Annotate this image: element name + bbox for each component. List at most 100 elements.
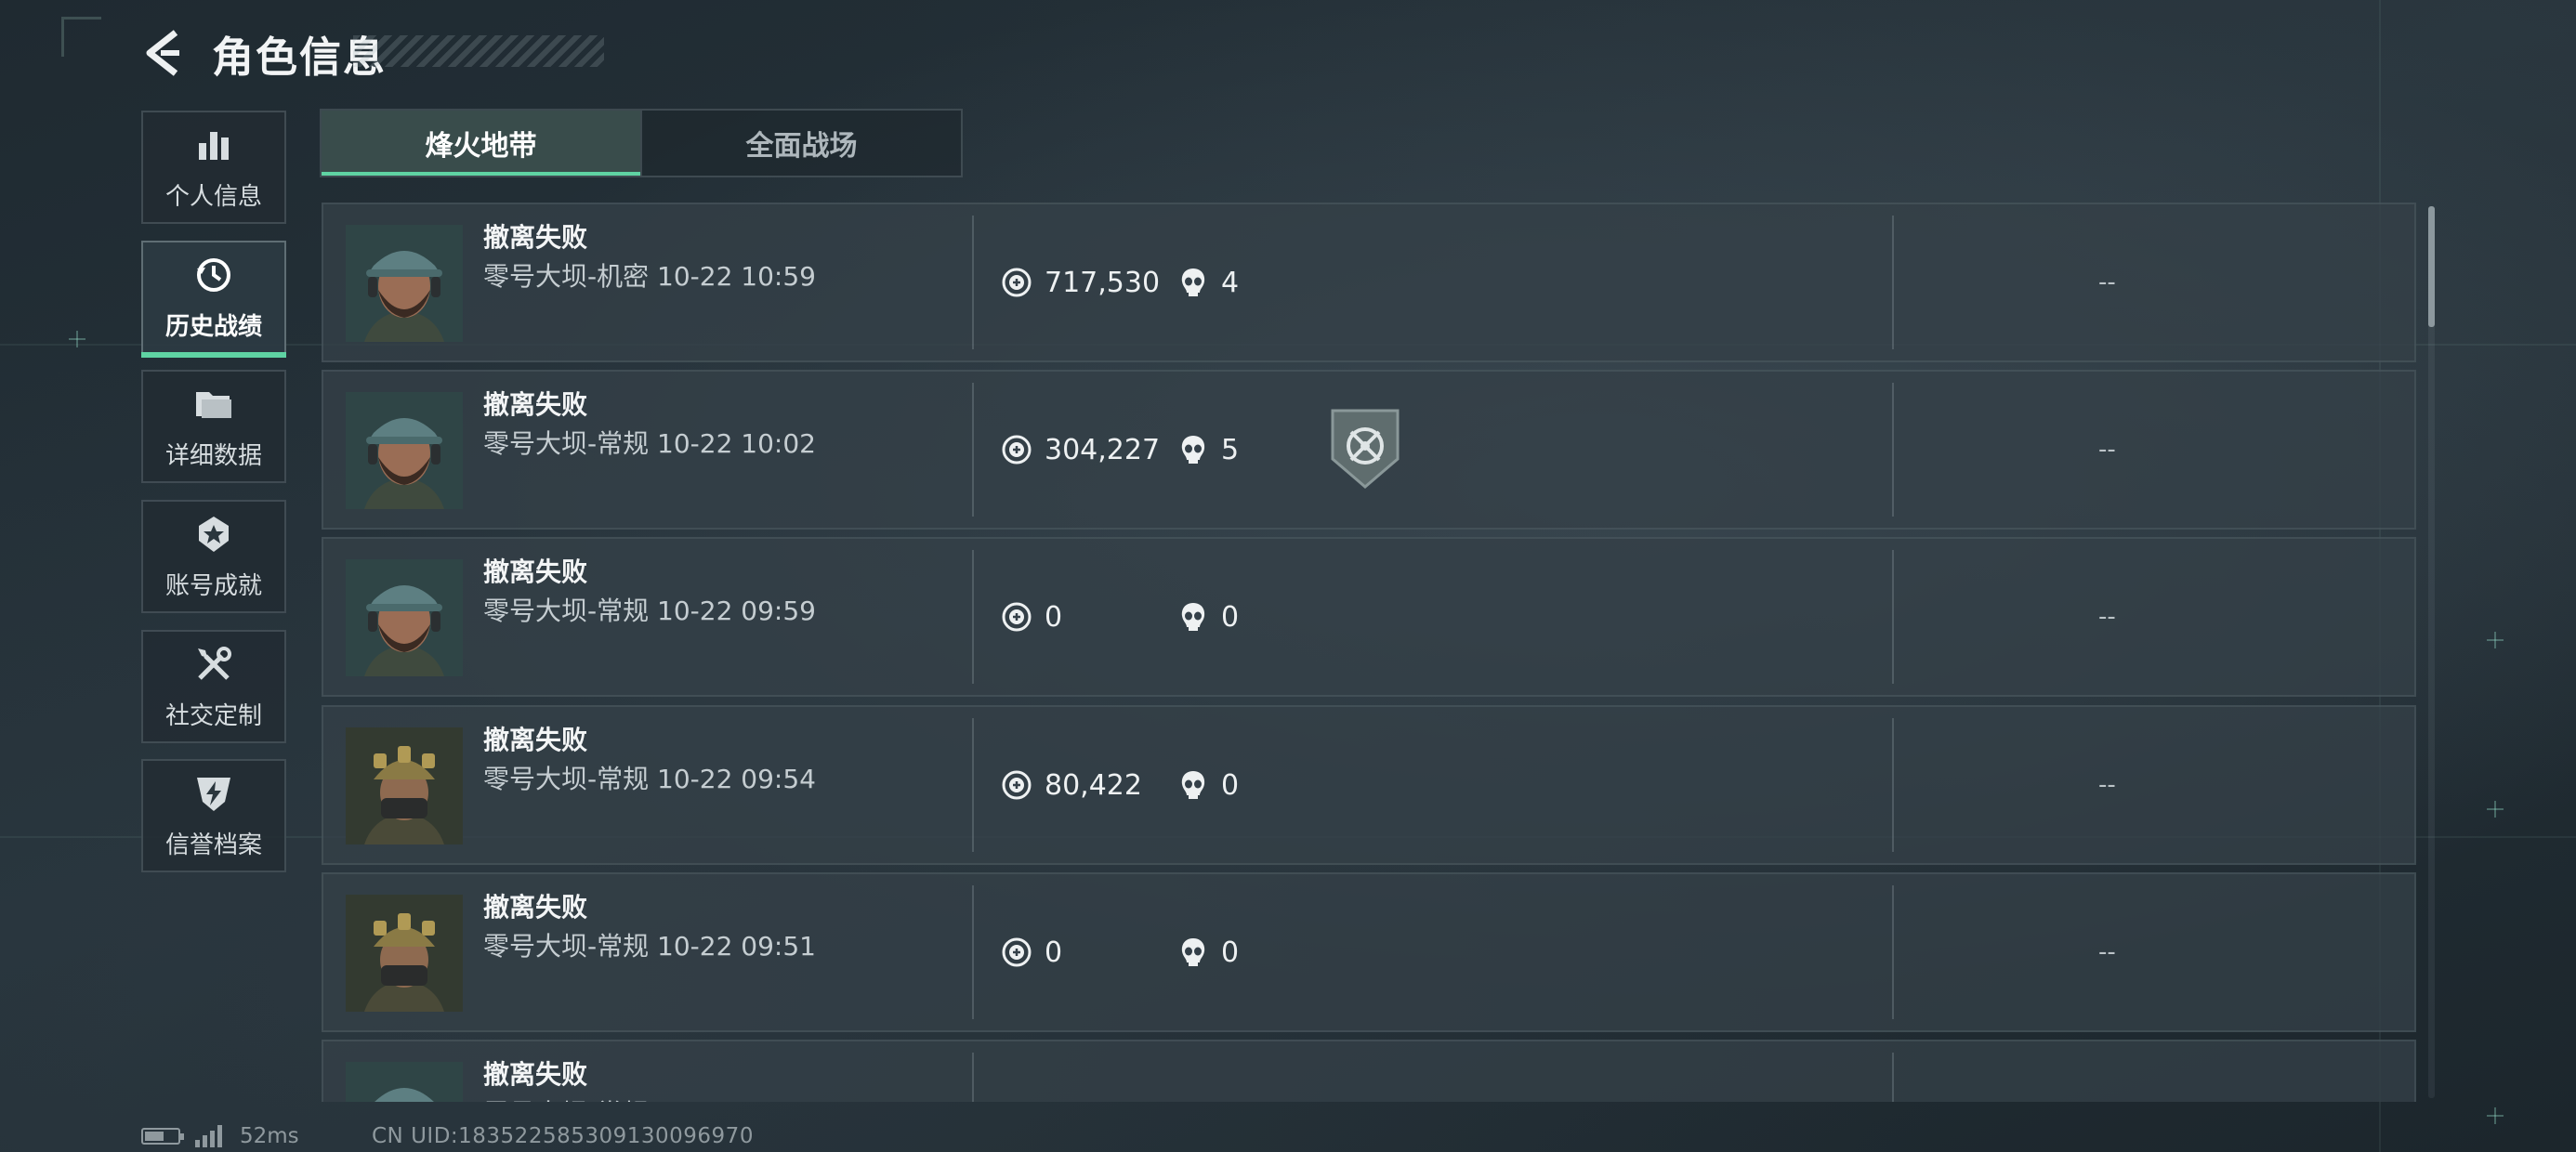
operator-avatar — [346, 1062, 463, 1102]
result-text: 撤离失败 — [483, 222, 588, 253]
extra-info-text: -- — [2098, 603, 2116, 631]
map-name: 零号大坝-机密 — [483, 261, 650, 292]
folder-icon — [192, 383, 235, 425]
sidebar-item-history[interactable]: 历史战绩 — [141, 241, 286, 358]
page-header: 角色信息 — [139, 20, 387, 85]
coin-icon — [1000, 768, 1033, 802]
sidebar-item-reputation[interactable]: 信誉档案 — [141, 759, 286, 872]
active-indicator — [141, 352, 286, 358]
extra-info-text: -- — [2098, 268, 2116, 296]
result-text: 撤离失败 — [483, 1059, 588, 1090]
sidebar-item-personal-info[interactable]: 个人信息 — [141, 111, 286, 224]
column-divider — [1892, 383, 1894, 517]
value-text: 80,422 — [1045, 768, 1142, 802]
coin-icon — [1000, 936, 1033, 969]
uid-text: CN UID:183522585309130096970 — [372, 1124, 754, 1148]
operator-avatar — [346, 895, 463, 1012]
column-divider — [972, 383, 974, 517]
map-name: 零号大坝-常规 — [483, 764, 650, 794]
tab-full-battlefield[interactable]: 全面战场 — [640, 111, 961, 176]
match-time: 10-22 09:51 — [657, 931, 816, 962]
map-time-text: 零号大坝-机密 10-22 10:59 — [483, 256, 816, 294]
skull-icon — [1176, 266, 1210, 299]
sidebar-item-social-custom[interactable]: 社交定制 — [141, 630, 286, 743]
kills-stat: 5 — [1176, 372, 1239, 528]
result-text: 撤离失败 — [483, 725, 588, 755]
column-divider — [972, 1053, 974, 1102]
map-name: 零号大坝-常规 — [483, 596, 650, 626]
operator-avatar — [346, 559, 463, 676]
sidebar-item-label: 详细数据 — [164, 441, 262, 470]
value-stat: 717,530 — [1000, 204, 1160, 360]
match-record-row[interactable]: 撤离失败 零号大坝-常规 10-22 09:54 80,422 0 -- — [322, 705, 2416, 865]
column-divider — [1892, 1053, 1894, 1102]
bar-chart-icon — [192, 124, 235, 166]
value-stat: 304,227 — [1000, 372, 1160, 528]
value-stat: 0 — [1000, 539, 1062, 695]
value-text: 717,530 — [1045, 266, 1161, 299]
column-divider — [972, 718, 974, 852]
skull-icon — [1176, 600, 1210, 634]
value-text: 0 — [1045, 936, 1063, 969]
map-name: 零号大坝-常规 — [483, 931, 650, 962]
map-time-text: 零号大坝-常规 10-22 09:45 — [483, 1093, 816, 1102]
sidebar-item-label: 账号成就 — [164, 571, 262, 600]
column-divider — [972, 885, 974, 1019]
kills-text: 5 — [1221, 433, 1240, 466]
sidebar-item-label: 信誉档案 — [164, 831, 262, 859]
operator-avatar — [346, 727, 463, 844]
deco-cross — [2487, 1107, 2504, 1124]
deco-cross — [2487, 632, 2504, 648]
history-clock-icon — [192, 254, 235, 296]
match-record-row[interactable]: 撤离失败零号大坝-常规 10-22 09:45 186,705 1 -- — [322, 1040, 2416, 1102]
operator-avatar — [346, 392, 463, 509]
sidebar-item-achievements[interactable]: 账号成就 — [141, 500, 286, 613]
skull-icon — [1176, 768, 1210, 802]
scrollbar-thumb[interactable] — [2428, 206, 2435, 327]
value-stat: 80,422 — [1000, 707, 1142, 863]
value-text: 0 — [1045, 600, 1063, 634]
match-record-row[interactable]: 撤离失败 零号大坝-常规 10-22 09:51 0 0 -- — [322, 872, 2416, 1032]
match-record-row[interactable]: 撤离失败零号大坝-常规 10-22 10:02 304,227 5 -- — [322, 370, 2416, 530]
kills-stat: 4 — [1176, 204, 1239, 360]
match-record-row[interactable]: 撤离失败零号大坝-常规 10-22 09:59 0 0 -- — [322, 537, 2416, 697]
deco-cross — [69, 331, 85, 347]
column-divider — [972, 550, 974, 684]
achievement-badge-icon[interactable] — [1329, 407, 1401, 491]
match-record-row[interactable]: 撤离失败 零号大坝-机密 10-22 10:59 717,530 4 -- — [322, 203, 2416, 362]
match-time: 10-22 09:54 — [657, 764, 816, 794]
mode-tabs: 烽火地带 全面战场 — [320, 109, 963, 177]
column-divider — [1892, 550, 1894, 684]
match-time: 10-22 10:02 — [657, 428, 816, 459]
column-divider — [1892, 718, 1894, 852]
coin-icon — [1000, 433, 1033, 466]
column-divider — [1892, 216, 1894, 349]
result-text: 撤离失败 — [483, 556, 588, 587]
extra-info-text: -- — [2098, 436, 2116, 464]
operator-avatar — [346, 225, 463, 342]
sidebar-item-detail-data[interactable]: 详细数据 — [141, 370, 286, 483]
value-text: 304,227 — [1045, 433, 1161, 466]
star-badge-icon — [192, 513, 235, 556]
match-time: 10-22 09:59 — [657, 596, 816, 626]
battery-icon — [141, 1128, 184, 1145]
sidebar-item-label: 个人信息 — [164, 182, 262, 211]
skull-icon — [1176, 433, 1210, 466]
tab-firezone[interactable]: 烽火地带 — [322, 111, 640, 176]
kills-stat: 0 — [1176, 874, 1239, 1030]
match-history-list[interactable]: 撤离失败 零号大坝-机密 10-22 10:59 717,530 4 -- 撤离失败 零号大… — [322, 203, 2416, 1102]
column-divider — [1892, 885, 1894, 1019]
kills-stat: 0 — [1176, 707, 1239, 863]
kills-stat: 0 — [1176, 539, 1239, 695]
extra-info-text: -- — [2098, 938, 2116, 966]
map-time-text: 零号大坝-常规 10-22 10:02 — [483, 424, 816, 461]
map-name: 零号大坝-常规 — [483, 1098, 649, 1102]
result-text: 撤离失败 — [483, 389, 588, 420]
kills-stat: 1 — [1176, 1041, 1239, 1102]
match-time: 10-22 09:45 — [657, 1098, 816, 1102]
map-time-text: 零号大坝-常规 10-22 09:54 — [483, 759, 816, 796]
back-chevron-icon[interactable] — [139, 25, 186, 81]
coin-icon — [1000, 600, 1033, 634]
deco-cross — [2487, 801, 2504, 818]
ping-text: 52ms — [240, 1124, 299, 1148]
